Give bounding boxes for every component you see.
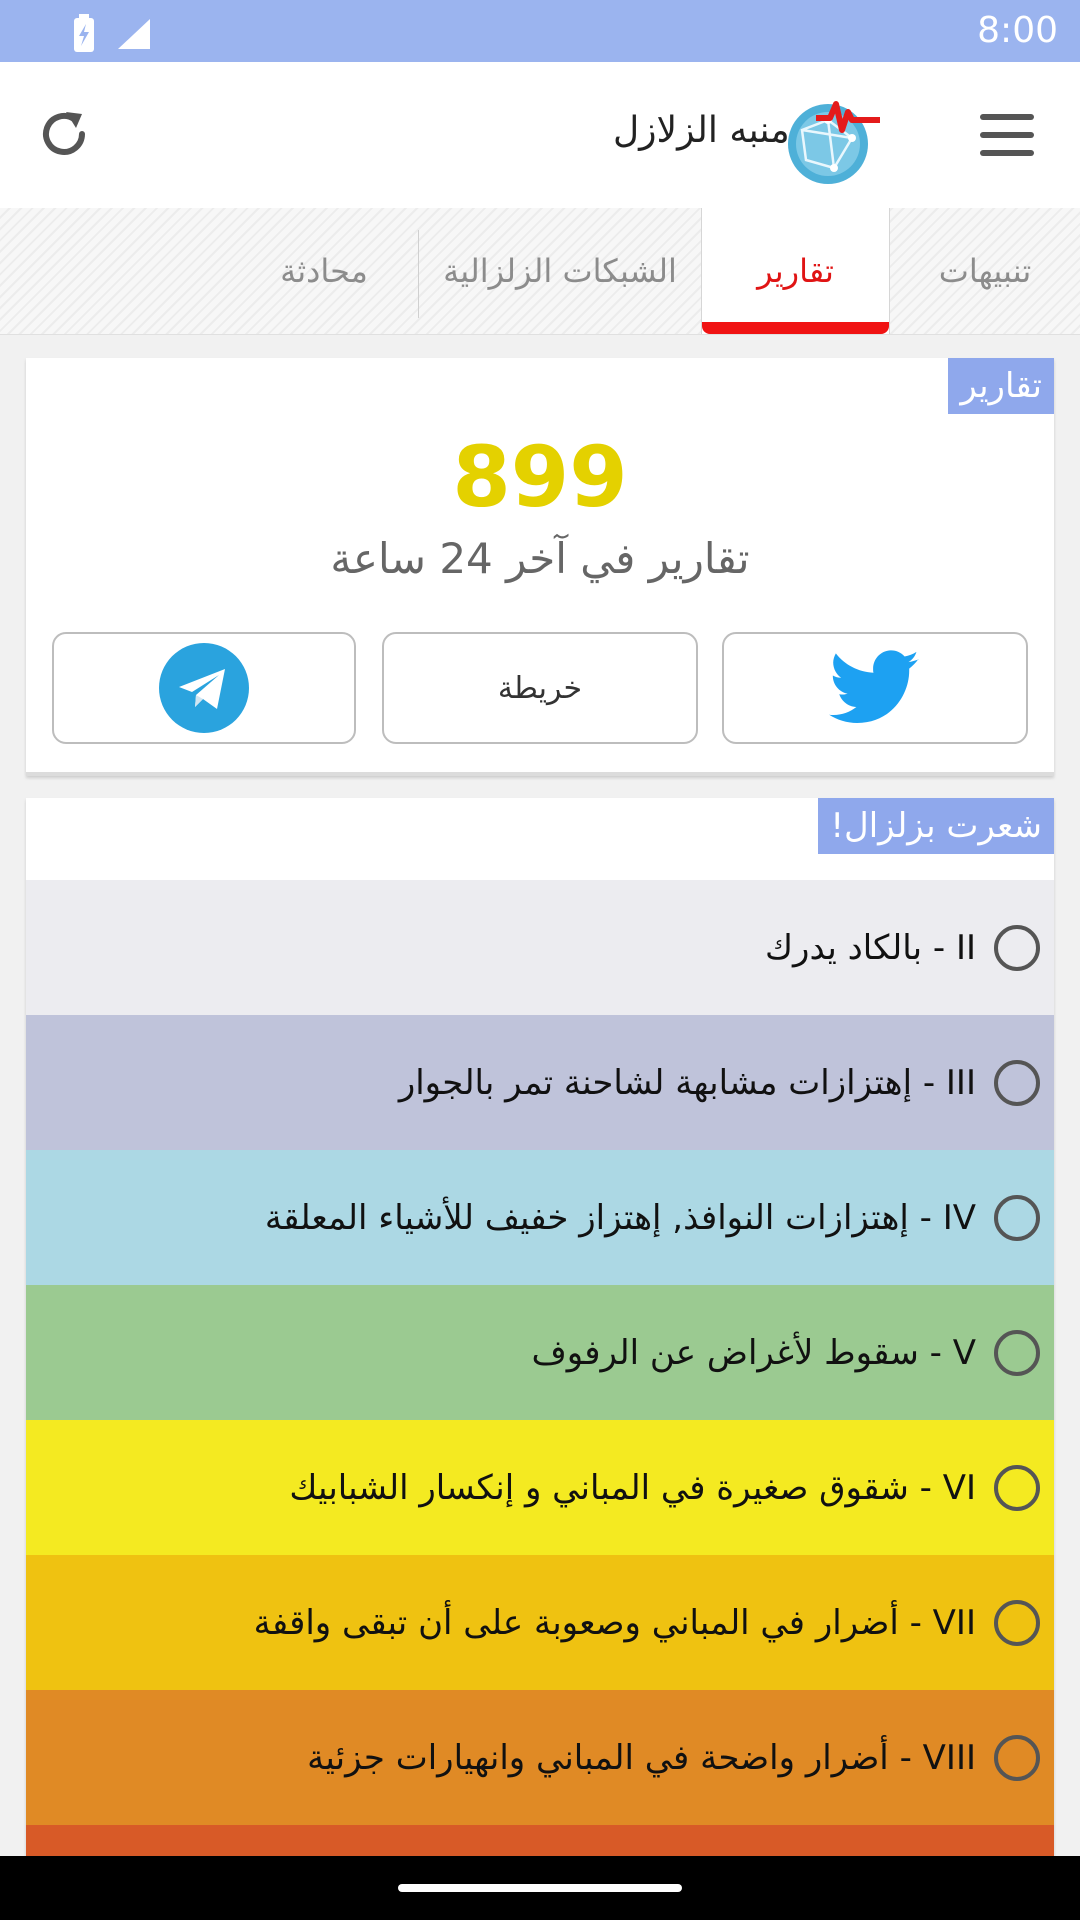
radio-button[interactable] — [994, 1599, 1040, 1646]
intensity-option-label: V - سقوط لأغراض عن الرفوف — [531, 1332, 976, 1373]
map-button[interactable]: خريطة — [382, 632, 698, 744]
intensity-option-7[interactable]: VII - أضرار في المباني وصعوبة على أن تبق… — [26, 1555, 1054, 1690]
reports-count-subtitle: تقارير في آخر 24 ساعة — [330, 534, 750, 583]
intensity-option-4[interactable]: IV - إهتزازات النوافذ, إهتزاز خفيف للأشي… — [26, 1150, 1054, 1285]
tab-reports[interactable]: تقارير — [701, 208, 890, 334]
app-title: منبه الزلازل — [613, 110, 790, 151]
telegram-icon — [159, 643, 249, 733]
tab-bar: تنبيهات تقارير الشبكات الزلزالية محادثة — [0, 208, 1080, 335]
intensity-option-8[interactable]: VIII - أضرار واضحة في المباني وانهيارات … — [26, 1690, 1054, 1825]
felt-card-label: شعرت بزلزال! — [818, 798, 1054, 854]
intensity-option-5[interactable]: V - سقوط لأغراض عن الرفوف — [26, 1285, 1054, 1420]
telegram-button[interactable] — [52, 632, 356, 744]
radio-button[interactable] — [994, 1464, 1040, 1511]
cell-signal-icon — [118, 19, 150, 49]
system-nav-bar — [0, 1856, 1080, 1920]
felt-earthquake-card: شعرت بزلزال! II - بالكاد يدرك III - إهتز… — [26, 798, 1054, 1868]
reports-card: تقارير 899 تقارير في آخر 24 ساعة خريطة — [26, 358, 1054, 776]
menu-icon[interactable] — [980, 114, 1034, 156]
tab-seismic-networks[interactable]: الشبكات الزلزالية — [420, 208, 700, 334]
intensity-option-2[interactable]: II - بالكاد يدرك — [26, 880, 1054, 1015]
tab-alerts[interactable]: تنبيهات — [890, 208, 1080, 334]
intensity-option-label: III - إهتزازات مشابهة لشاحنة تمر بالجوار — [398, 1062, 976, 1103]
home-gesture-handle[interactable] — [398, 1884, 682, 1892]
radio-button[interactable] — [994, 1329, 1040, 1376]
radio-button[interactable] — [994, 1059, 1040, 1106]
reports-card-label: تقارير — [948, 358, 1054, 414]
status-time: 8:00 — [977, 10, 1058, 51]
tab-divider — [418, 230, 419, 318]
map-button-label: خريطة — [497, 670, 583, 706]
tab-chat[interactable]: محادثة — [230, 208, 418, 334]
app-bar: منبه الزلازل — [0, 62, 1080, 209]
radio-button[interactable] — [994, 924, 1040, 971]
refresh-icon[interactable] — [36, 106, 92, 162]
status-bar: 8:00 — [0, 0, 1080, 62]
intensity-option-3[interactable]: III - إهتزازات مشابهة لشاحنة تمر بالجوار — [26, 1015, 1054, 1150]
twitter-button[interactable] — [722, 632, 1028, 744]
twitter-icon — [829, 650, 920, 723]
intensity-option-6[interactable]: VI - شقوق صغيرة في المباني و إنكسار الشب… — [26, 1420, 1054, 1555]
battery-charging-icon — [74, 14, 94, 52]
app-logo-icon — [788, 101, 880, 184]
reports-count: 899 — [452, 428, 628, 526]
intensity-option-label: VII - أضرار في المباني وصعوبة على أن تبق… — [253, 1602, 976, 1643]
radio-button[interactable] — [994, 1194, 1040, 1241]
intensity-option-label: VI - شقوق صغيرة في المباني و إنكسار الشب… — [289, 1467, 976, 1508]
intensity-option-label: IV - إهتزازات النوافذ, إهتزاز خفيف للأشي… — [264, 1197, 976, 1238]
intensity-option-label: II - بالكاد يدرك — [765, 927, 976, 968]
radio-button[interactable] — [994, 1734, 1040, 1781]
intensity-option-label: VIII - أضرار واضحة في المباني وانهيارات … — [307, 1737, 976, 1778]
